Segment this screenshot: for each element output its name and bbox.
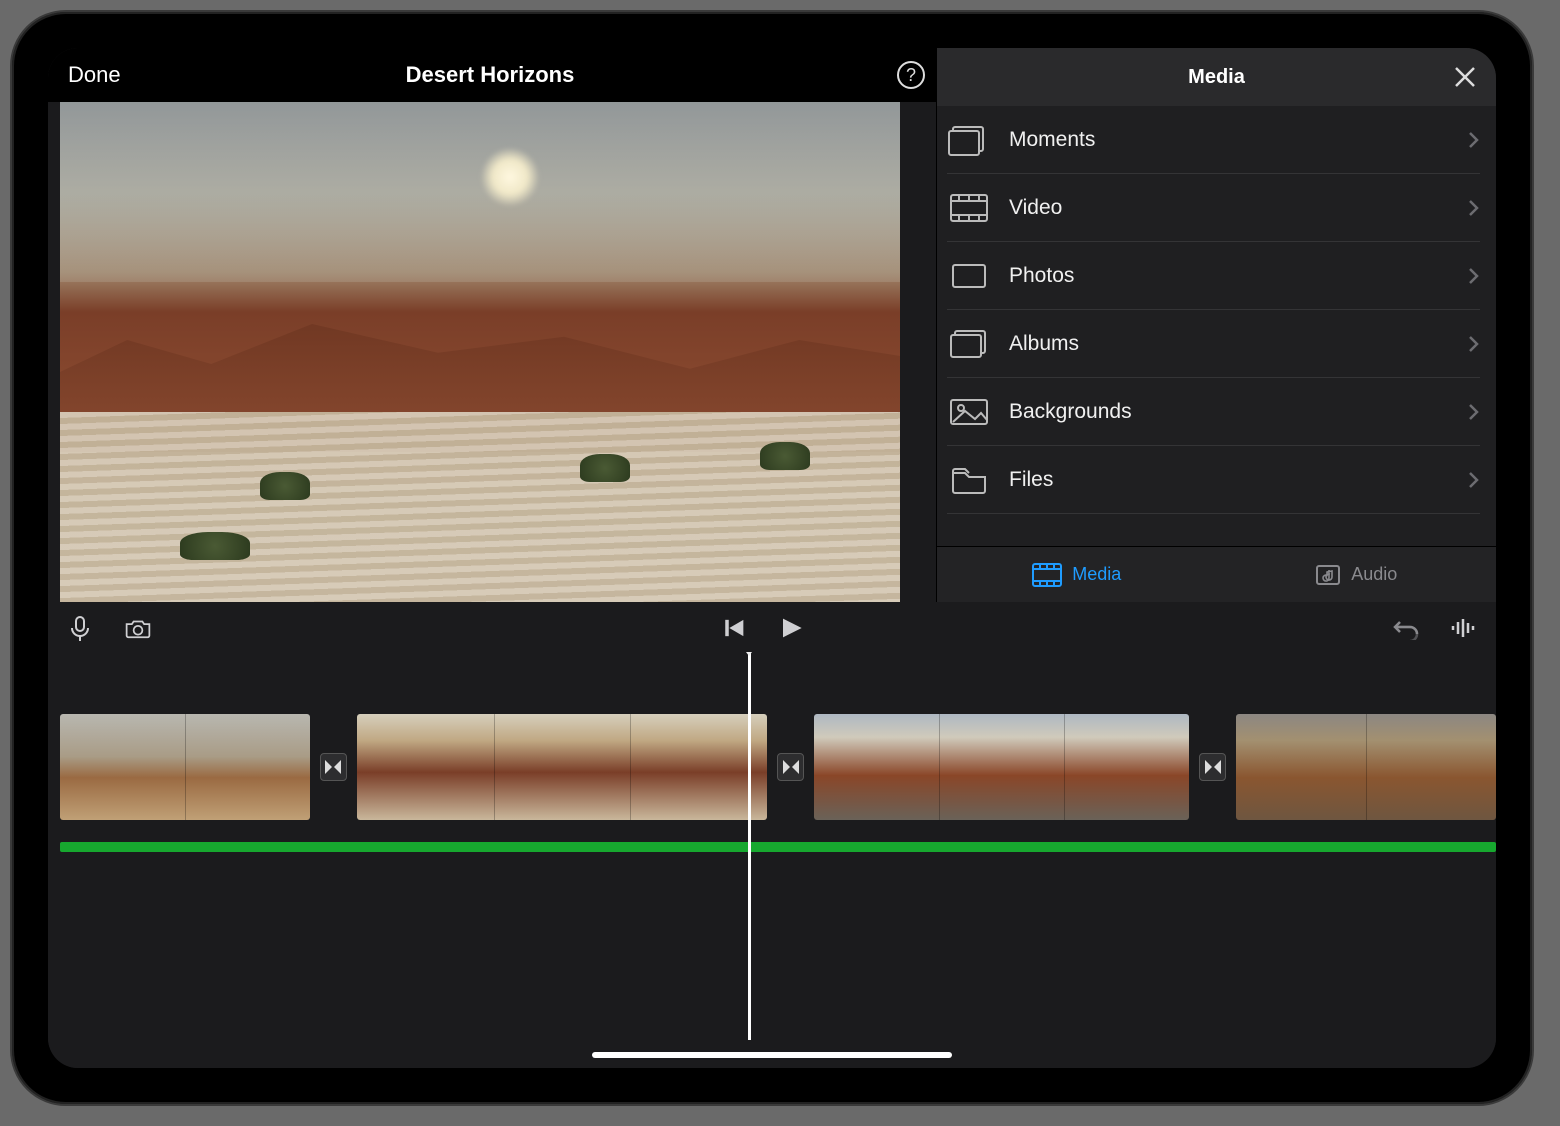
timeline-audio-track[interactable]	[60, 842, 1496, 852]
clip-thumbnail	[1236, 714, 1366, 820]
audio-tab-icon	[1315, 563, 1341, 587]
play-button[interactable]	[776, 614, 804, 642]
media-source-list: Moments Video Photos	[937, 106, 1496, 546]
timeline-playhead[interactable]	[748, 652, 751, 1040]
ipad-frame: Done Desert Horizons ?	[10, 10, 1534, 1106]
filmstrip-icon	[947, 191, 991, 225]
skip-back-icon	[720, 614, 748, 642]
app-screen: Done Desert Horizons ?	[48, 48, 1496, 1068]
transition-icon	[324, 758, 342, 776]
transition-button[interactable]	[1199, 753, 1226, 781]
preview-sun	[480, 147, 540, 207]
preview-bush	[760, 442, 810, 470]
close-icon	[1452, 64, 1478, 90]
chevron-right-icon	[1468, 335, 1480, 353]
tab-audio[interactable]: Audio	[1217, 547, 1497, 602]
preview-sky	[60, 102, 900, 282]
chevron-right-icon	[1468, 471, 1480, 489]
clip-thumbnail	[357, 714, 494, 820]
transition-button[interactable]	[320, 753, 347, 781]
media-item-label: Files	[1009, 468, 1468, 492]
media-item-files[interactable]: Files	[947, 446, 1480, 514]
chevron-right-icon	[1468, 403, 1480, 421]
clip-thumbnail	[494, 714, 631, 820]
chevron-right-icon	[1468, 267, 1480, 285]
timeline-clip[interactable]	[60, 714, 310, 820]
media-item-label: Moments	[1009, 128, 1468, 152]
clip-thumbnail	[1366, 714, 1496, 820]
play-icon	[776, 614, 804, 642]
media-item-backgrounds[interactable]: Backgrounds	[947, 378, 1480, 446]
svg-text:?: ?	[906, 65, 916, 85]
albums-icon	[947, 327, 991, 361]
media-item-moments[interactable]: Moments	[947, 106, 1480, 174]
transition-icon	[782, 758, 800, 776]
media-item-photos[interactable]: Photos	[947, 242, 1480, 310]
backgrounds-icon	[947, 395, 991, 429]
waveform-toggle-button[interactable]	[1450, 614, 1478, 642]
skip-back-button[interactable]	[720, 614, 748, 642]
transition-icon	[1204, 758, 1222, 776]
chevron-right-icon	[1468, 131, 1480, 149]
chevron-right-icon	[1468, 199, 1480, 217]
clip-thumbnail	[1064, 714, 1189, 820]
help-icon: ?	[896, 60, 926, 90]
timeline-clip[interactable]	[357, 714, 767, 820]
media-panel-title: Media	[1188, 66, 1245, 89]
media-tab-icon	[1032, 563, 1062, 587]
clip-thumbnail	[939, 714, 1064, 820]
voiceover-button[interactable]	[66, 614, 94, 642]
microphone-icon	[66, 614, 94, 642]
preview-bush	[580, 454, 630, 482]
timeline-clip[interactable]	[814, 714, 1189, 820]
media-item-albums[interactable]: Albums	[947, 310, 1480, 378]
clip-thumbnail	[185, 714, 310, 820]
timeline-clip[interactable]	[1236, 714, 1496, 820]
project-title: Desert Horizons	[48, 62, 932, 88]
home-indicator[interactable]	[592, 1052, 952, 1058]
tab-audio-label: Audio	[1351, 564, 1397, 585]
undo-button[interactable]	[1392, 614, 1420, 642]
timeline[interactable]	[48, 652, 1496, 1068]
waveform-icon	[1450, 616, 1478, 640]
preview-foreground-rock	[60, 412, 900, 602]
clip-thumbnail	[630, 714, 767, 820]
close-media-button[interactable]	[1452, 64, 1478, 90]
clip-thumbnail	[60, 714, 185, 820]
help-button[interactable]: ?	[896, 60, 926, 90]
undo-icon	[1392, 616, 1420, 640]
video-preview[interactable]	[60, 102, 900, 602]
media-item-label: Albums	[1009, 332, 1468, 356]
preview-bush	[180, 532, 250, 560]
media-panel: Media Moments	[936, 48, 1496, 602]
media-item-label: Photos	[1009, 264, 1468, 288]
media-item-label: Backgrounds	[1009, 400, 1468, 424]
transition-button[interactable]	[777, 753, 804, 781]
media-panel-header: Media	[937, 48, 1496, 106]
media-item-label: Video	[1009, 196, 1468, 220]
tab-media[interactable]: Media	[937, 547, 1217, 602]
media-item-video[interactable]: Video	[947, 174, 1480, 242]
preview-bush	[260, 472, 310, 500]
folder-icon	[947, 463, 991, 497]
timeline-toolbar	[48, 604, 1496, 652]
clip-thumbnail	[814, 714, 939, 820]
tab-media-label: Media	[1072, 564, 1121, 585]
moments-icon	[947, 123, 991, 157]
timeline-clips-row	[60, 714, 1496, 820]
media-panel-tabs: Media Audio	[937, 546, 1496, 602]
photo-icon	[947, 259, 991, 293]
